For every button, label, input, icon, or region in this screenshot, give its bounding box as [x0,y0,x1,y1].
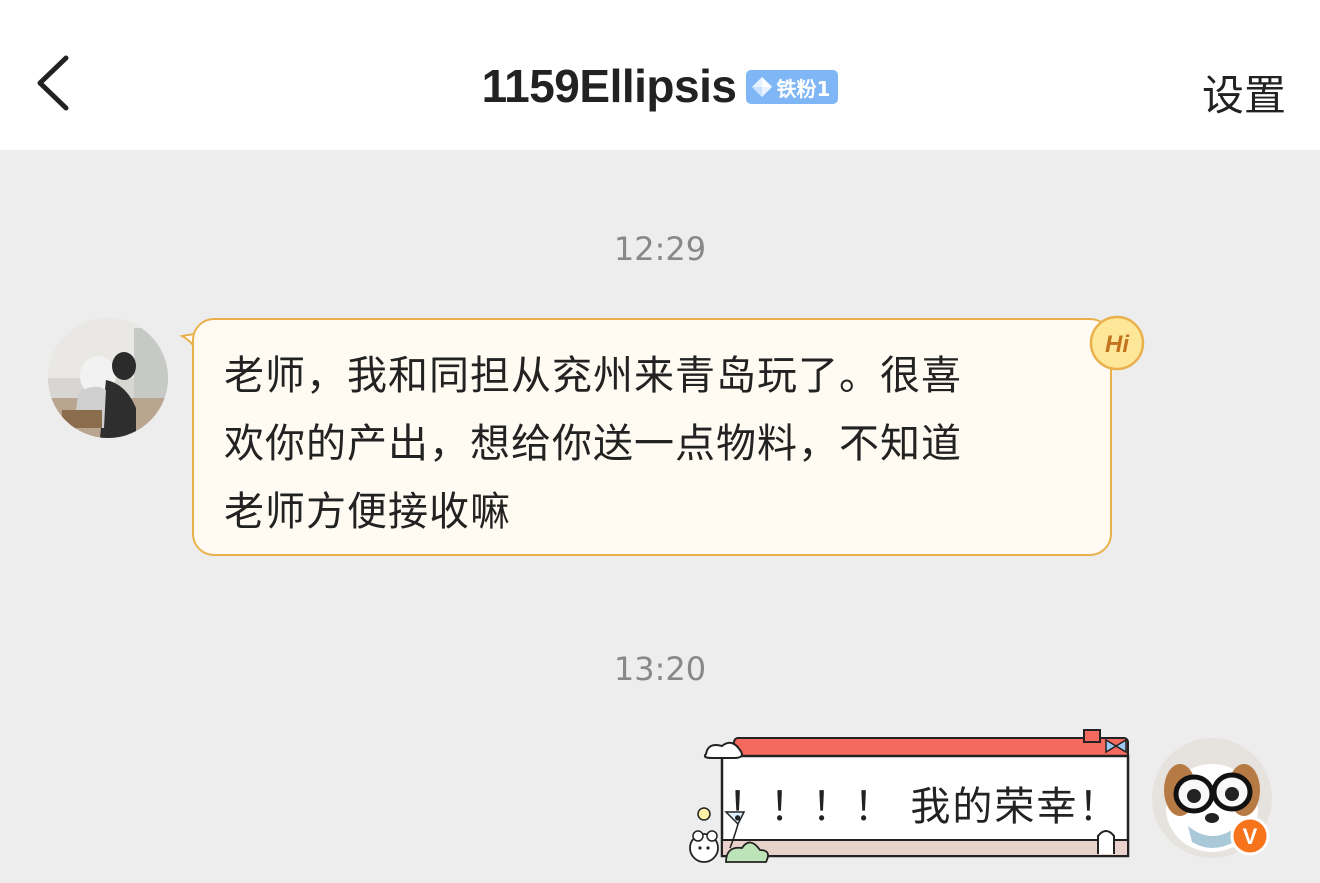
fan-level-label: 铁粉1 [776,76,831,101]
sender-avatar[interactable] [48,318,168,438]
title-row: 1159Ellipsis 铁粉1 [0,56,1320,116]
settings-button[interactable]: 设置 [1202,62,1286,123]
incoming-message-bubble[interactable]: 老师，我和同担从兖州来青岛玩了。很喜 欢你的产出，想给你送一点物料，不知道 老师… [192,318,1112,556]
diamond-icon [752,77,773,97]
verified-badge: V [1230,816,1270,856]
hi-sticker-label: Hi [1105,331,1130,358]
page-title[interactable]: 1159Ellipsis [482,59,737,113]
chat-header: 1159Ellipsis 铁粉1 设置 [0,0,1320,150]
message-line: 欢你的产出，想给你送一点物料，不知道 [224,421,962,467]
fan-level-badge[interactable]: 铁粉1 [746,70,839,104]
timestamp: 12:29 [613,230,707,268]
message-line: 老师方便接收嘛 [224,489,511,535]
verified-label: V [1243,824,1258,849]
hi-sticker-icon: Hi [1088,314,1146,372]
message-line: 老师，我和同担从兖州来青岛玩了。很喜 [224,353,962,399]
timestamp: 13:20 [613,650,707,688]
outgoing-message-bubble[interactable]: ！！！！ 我的荣幸！ [722,768,1126,838]
